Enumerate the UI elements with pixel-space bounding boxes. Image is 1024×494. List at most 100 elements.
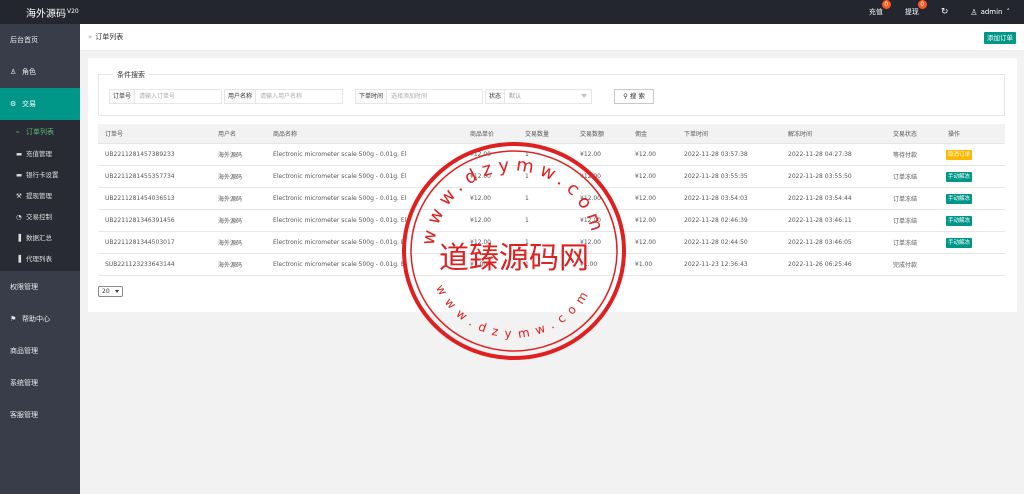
user-icon: ♙ [970,7,978,17]
manual-unfreeze-button[interactable]: 手动解冻 [946,193,973,204]
sidebar-item-home[interactable]: 后台首页 [0,24,80,56]
sidebar-item-role[interactable]: ♙ 角色 [0,56,80,88]
search-legend: 条件搜索 [113,70,149,80]
column-header: 商品单价 [470,131,495,138]
sidebar-subitem-label: 提现管理 [26,192,52,200]
table-cell-status: 订单冻结 [893,218,918,225]
table-cell-amount: ¥12.00 [580,239,601,246]
order-panel: 条件搜索 订单号 请输入订单号 用户名称 请输入用户名称 下单时间 选择添加时间… [88,58,1017,312]
search-fieldset: 条件搜索 订单号 请输入订单号 用户名称 请输入用户名称 下单时间 选择添加时间… [98,70,1005,116]
recharge-button[interactable]: 充值 0 [860,0,892,24]
sidebar-item-trade[interactable]: ⚙ 交易 [0,88,80,120]
table-cell-commission: ¥12.00 [635,239,656,246]
table-cell-unfreeze-time: 2022-11-28 03:46:05 [788,239,852,246]
sidebar-subitem-summary[interactable]: ▐ 数据汇总 [0,228,80,249]
recharge-badge: 0 [881,0,891,9]
column-header: 交易状态 [893,131,918,138]
manual-unfreeze-button[interactable]: 手动解冻 [946,215,973,226]
main-content: » 订单列表 添加订单 条件搜索 订单号 请输入订单号 用户名称 请输入用户名称 … [80,24,1024,494]
table-cell-user: 海外源码 [218,152,243,159]
search-button-label: 搜 索 [629,92,645,100]
manual-unfreeze-button[interactable]: 手动解冻 [946,171,973,182]
username-field: 用户名称 请输入用户名称 [224,89,344,104]
table-cell-user: 海外源码 [218,174,243,181]
table-cell-commission: ¥12.00 [635,217,656,224]
table-cell-action: 取消订单 [941,149,1005,160]
table-cell-unfreeze-time: 2022-11-28 04:27:38 [788,151,852,158]
sidebar-item-service[interactable]: 客服管理 [0,399,80,431]
column-header: 交易数额 [580,131,605,138]
table-cell-qty: 1 [525,261,529,268]
table-header: 订单号 用户名 商品名称 商品单价 交易数量 交易数额 佣金 下单时间 解冻时间… [98,124,1005,144]
table-cell-order-time: 2022-11-28 03:54:03 [684,195,748,202]
column-header: 商品名称 [273,131,298,138]
column-header: 佣金 [635,131,648,138]
sidebar-item-permissions[interactable]: 权限管理 [0,271,80,303]
refresh-button[interactable]: ↻ [932,0,958,24]
table-cell-commission: ¥12.00 [635,151,656,158]
table-cell-order-time: 2022-11-28 02:44:50 [684,239,748,246]
trade-submenu: ⌁ 订单列表 ▬ 充值管理 ▬ 银行卡设置 ⚒ 提现管理 ◔ 交易控制 ▐ 数据汇总 ▐ 代理… [0,120,80,271]
manual-unfreeze-button[interactable]: 手动解冻 [946,237,973,248]
app-version: V20 [67,8,79,15]
sidebar-subitem-control[interactable]: ◔ 交易控制 [0,207,80,228]
table-cell-product: Electronic micrometer scale 500g - 0.01g… [273,151,407,158]
table-row: UB2211281455357734 海外源码 Electronic microme… [98,166,1005,188]
sidebar-subitem-withdraw[interactable]: ⚒ 提现管理 [0,186,80,207]
table-row: UB2211281457389233 海外源码 Electronic microme… [98,144,1005,166]
sidebar-item-help[interactable]: ⚑ 帮助中心 [0,303,80,335]
table-cell-user: 海外源码 [218,218,243,225]
table-cell-order: UB2211281346391456 [105,217,175,224]
username-input[interactable]: 请输入用户名称 [255,89,344,104]
table-cell-commission: ¥1.00 [635,261,653,268]
table-row: SUB221123233643144 海外源码 Electronic microme… [98,254,1005,276]
table-cell-product: Electronic micrometer scale 500g - 0.01g… [273,261,407,268]
breadcrumb-label: 订单列表 [95,33,124,41]
table-body: UB2211281457389233 海外源码 Electronic microme… [98,144,1005,276]
table-cell-unfreeze-time: 2022-11-28 03:55:50 [788,173,852,180]
username-label: 用户名称 [224,89,256,104]
cancel-order-button[interactable]: 取消订单 [946,149,973,160]
sidebar-item-system[interactable]: 系统管理 [0,367,80,399]
table-cell-amount: ¥12.00 [580,151,601,158]
table-cell-amount: ¥12.00 [580,195,601,202]
order-no-input[interactable]: 请输入订单号 [134,89,223,104]
table-cell-commission: ¥12.00 [635,195,656,202]
sidebar-subitem-label: 充值管理 [26,150,52,158]
page-size-select[interactable]: 20 [98,286,123,297]
breadcrumb: » 订单列表 [88,24,123,51]
sidebar-subitem-orders[interactable]: ⌁ 订单列表 [0,120,80,144]
sidebar-item-label: 后台首页 [10,36,38,44]
sidebar-subitem-recharge[interactable]: ▬ 充值管理 [0,144,80,165]
sidebar-item-label: 帮助中心 [22,315,50,323]
page-size-value: 20 [102,288,110,295]
table-cell-order: UB2211281344503017 [105,239,175,246]
table-cell-order: UB2211281455357734 [105,173,175,180]
caret-down-icon [115,290,119,293]
table-cell-action: 手动解冻 [941,193,1005,204]
sidebar-item-products[interactable]: 商品管理 [0,335,80,367]
table-cell-product: Electronic micrometer scale 500g - 0.01g… [273,217,407,224]
table-cell-action: 手动解冻 [941,237,1005,248]
status-select[interactable]: 默认 [504,89,593,104]
column-header: 操作 [948,131,961,138]
dashboard-icon: ◔ [16,213,22,221]
table-cell-action: 手动解冻 [941,171,1005,182]
user-menu[interactable]: ♙ admin ˄ [961,0,1024,24]
table-cell-commission: ¥12.00 [635,173,656,180]
table-cell-product: Electronic micrometer scale 500g - 0.01g… [273,239,407,246]
sidebar-subitem-bankcard[interactable]: ▬ 银行卡设置 [0,165,80,186]
table-cell-order: UB2211281457389233 [105,151,175,158]
order-time-input[interactable]: 选择添加时间 [386,89,484,104]
table-cell-amount: ¥12.00 [580,217,601,224]
add-order-button[interactable]: 添加订单 [984,32,1016,44]
column-header: 订单号 [105,131,124,138]
withdraw-button[interactable]: 提现 0 [896,0,928,24]
table-cell-order-time: 2022-11-28 03:57:38 [684,151,748,158]
breadcrumb-bar: » 订单列表 添加订单 [80,24,1024,51]
sidebar-subitem-agents[interactable]: ▐ 代理列表 [0,249,80,271]
app-logo[interactable]: 海外源码V20 [0,0,80,24]
search-button[interactable]: ⚲ 搜 索 [614,89,654,104]
table-cell-unfreeze-time: 2022-11-28 03:46:11 [788,217,852,224]
table-cell-amount: ¥12.00 [580,173,601,180]
